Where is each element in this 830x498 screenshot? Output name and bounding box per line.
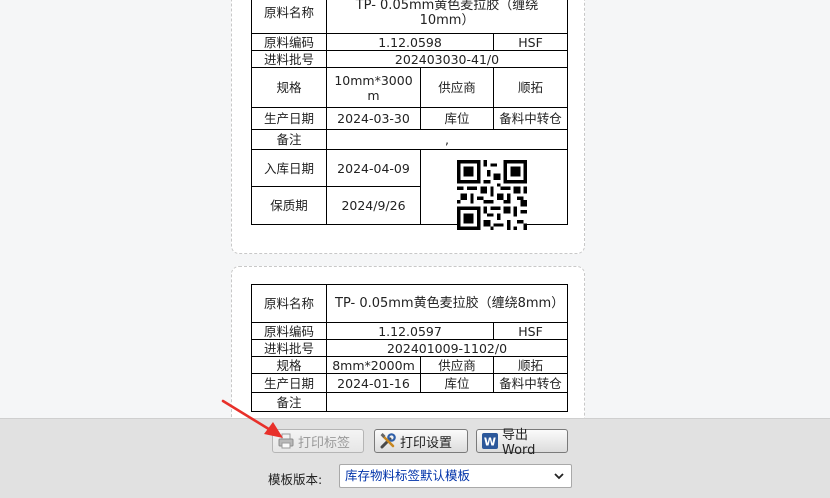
print-label-text: 打印标签 bbox=[298, 435, 351, 451]
chevron-down-icon bbox=[553, 465, 565, 495]
field-value-hsf: HSF bbox=[492, 33, 569, 51]
field-label-name: 原料名称 bbox=[251, 284, 327, 323]
template-version-select[interactable]: 库存物料标签默认模板 bbox=[339, 464, 572, 488]
field-value-prod-date: 2024-01-16 bbox=[326, 373, 421, 393]
field-value-hsf: HSF bbox=[492, 322, 569, 340]
tools-icon bbox=[379, 432, 397, 450]
template-version-value: 库存物料标签默认模板 bbox=[345, 468, 471, 483]
field-value-shelf-life: 2024/9/26 bbox=[326, 186, 421, 225]
svg-text:W: W bbox=[484, 436, 496, 449]
field-label-supplier: 供应商 bbox=[420, 67, 494, 108]
field-label-supplier: 供应商 bbox=[420, 356, 494, 374]
print-label-button[interactable]: 打印标签 bbox=[272, 429, 364, 453]
qr-code-icon bbox=[457, 160, 527, 230]
field-value-name: TP- 0.05mm黄色麦拉胶（缠绕8mm） bbox=[325, 284, 569, 323]
field-value-spec: 8mm*2000m bbox=[326, 356, 421, 374]
field-label-remark: 备注 bbox=[251, 129, 327, 150]
field-label-spec: 规格 bbox=[251, 356, 327, 374]
field-value-remark: , bbox=[325, 129, 569, 150]
field-label-batch: 进料批号 bbox=[251, 339, 327, 357]
word-icon: W bbox=[481, 432, 499, 450]
field-value-prod-date: 2024-03-30 bbox=[326, 107, 421, 130]
field-value-code: 1.12.0598 bbox=[326, 33, 494, 51]
field-value-location: 备料中转仓 bbox=[492, 373, 569, 393]
label-card: 原料名称 TP- 0.05mm黄色麦拉胶（缠绕10mm） 原料编码 1.12.0… bbox=[231, 0, 585, 254]
export-word-text: 导出Word bbox=[502, 428, 536, 458]
print-settings-button[interactable]: 打印设置 bbox=[374, 429, 468, 453]
field-value-batch: 202401009-1102/0 bbox=[325, 339, 569, 357]
field-label-in-date: 入库日期 bbox=[251, 149, 327, 187]
field-label-prod-date: 生产日期 bbox=[251, 107, 327, 130]
field-value-name: TP- 0.05mm黄色麦拉胶（缠绕10mm） bbox=[325, 0, 569, 34]
print-settings-text: 打印设置 bbox=[400, 435, 453, 451]
field-label-batch: 进料批号 bbox=[251, 50, 327, 68]
field-value-in-date: 2024-04-09 bbox=[326, 149, 421, 187]
field-label-location: 库位 bbox=[420, 373, 494, 393]
template-version-label: 模板版本: bbox=[268, 472, 323, 487]
field-label-location: 库位 bbox=[420, 107, 494, 130]
printer-icon bbox=[277, 432, 295, 450]
field-label-prod-date: 生产日期 bbox=[251, 373, 327, 393]
field-value-spec: 10mm*3000m bbox=[326, 67, 421, 108]
export-word-button[interactable]: W 导出Word bbox=[476, 428, 568, 458]
label-table: 原料名称 TP- 0.05mm黄色麦拉胶（缠绕8mm） 原料编码 1.12.05… bbox=[251, 284, 569, 412]
field-label-code: 原料编码 bbox=[251, 322, 327, 340]
field-value-supplier: 顺拓 bbox=[492, 356, 569, 374]
field-value-remark bbox=[325, 392, 569, 412]
field-value-supplier: 顺拓 bbox=[492, 67, 569, 108]
field-label-remark: 备注 bbox=[251, 392, 327, 412]
field-label-spec: 规格 bbox=[251, 67, 327, 108]
field-value-batch: 202403030-41/0 bbox=[325, 50, 569, 68]
field-label-code: 原料编码 bbox=[251, 33, 327, 51]
field-label-name: 原料名称 bbox=[251, 0, 327, 34]
field-value-code: 1.12.0597 bbox=[326, 322, 494, 340]
bottom-toolbar: 打印标签 打印设置 W 导出Word 模板版本: 库存物料标签默认模板 bbox=[0, 418, 830, 498]
field-label-shelf-life: 保质期 bbox=[251, 186, 327, 225]
field-value-location: 备料中转仓 bbox=[492, 107, 569, 130]
